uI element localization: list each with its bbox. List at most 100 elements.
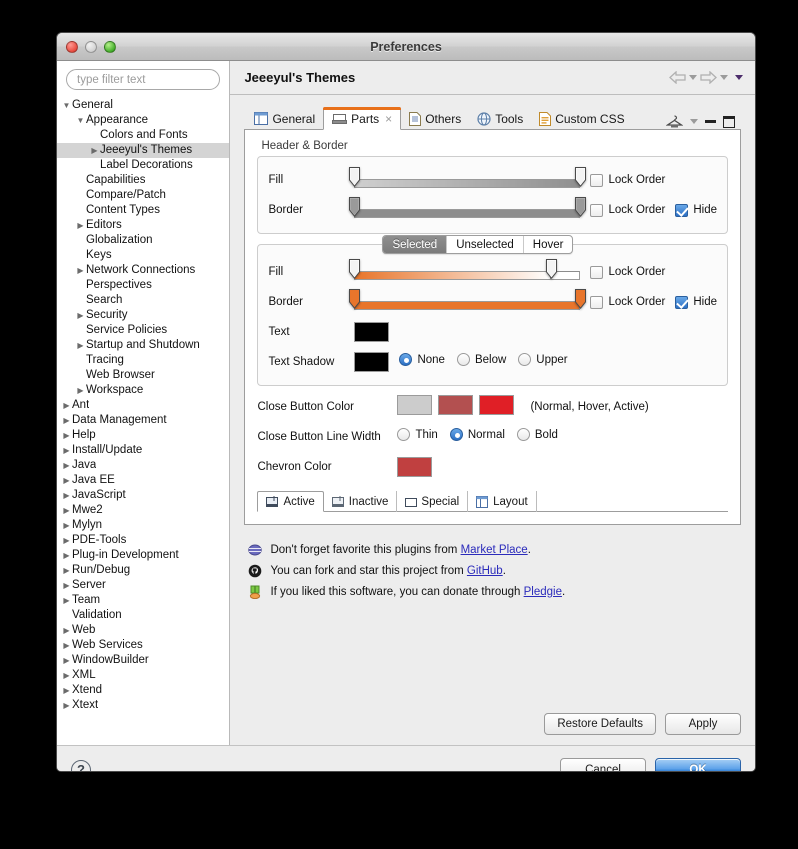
slider-handle-start[interactable] xyxy=(349,197,361,217)
info-link-anchor[interactable]: GitHub xyxy=(467,565,503,577)
state-segmented-control[interactable]: Selected Unselected Hover xyxy=(382,235,574,254)
chevron-right-icon[interactable]: ▶ xyxy=(61,563,72,578)
radio-dot[interactable] xyxy=(518,353,532,366)
cancel-button[interactable]: Cancel xyxy=(560,758,646,771)
tree-item-windowbuilder[interactable]: ▶ WindowBuilder xyxy=(57,653,229,668)
tree-item-web-services[interactable]: ▶ Web Services xyxy=(57,638,229,653)
slider-handle-end[interactable] xyxy=(575,289,587,309)
tree-item-help[interactable]: ▶ Help xyxy=(57,428,229,443)
tab-general[interactable]: General xyxy=(246,107,323,130)
minimize-icon[interactable] xyxy=(705,120,716,123)
text-shadow-radio-none[interactable]: None xyxy=(399,353,445,366)
slider-handle-end[interactable] xyxy=(575,197,587,217)
part-tab-active[interactable]: Active xyxy=(257,491,324,512)
minimize-window-button[interactable] xyxy=(85,40,97,53)
chevron-right-icon[interactable]: ▶ xyxy=(61,503,72,518)
chevron-right-icon[interactable]: ▶ xyxy=(61,443,72,458)
tab-tools[interactable]: Tools xyxy=(469,107,531,130)
gradient-slider[interactable] xyxy=(349,196,587,224)
lock-order-checkbox[interactable]: Lock Order xyxy=(590,203,665,217)
part-state-tabs[interactable]: Active Inactive Special Layout xyxy=(257,490,728,512)
tree-item-javascript[interactable]: ▶ JavaScript xyxy=(57,488,229,503)
view-menu-icon[interactable] xyxy=(735,75,743,80)
tree-item-search[interactable]: Search xyxy=(57,293,229,308)
back-dropdown-icon[interactable] xyxy=(689,75,697,80)
close-window-button[interactable] xyxy=(66,40,78,53)
gradient-slider[interactable] xyxy=(349,166,587,194)
tab-parts[interactable]: Parts × xyxy=(323,107,402,130)
chevron-right-icon[interactable]: ▶ xyxy=(75,308,86,323)
chevron-right-icon[interactable]: ▶ xyxy=(61,548,72,563)
checkbox-box[interactable] xyxy=(590,265,604,279)
help-icon[interactable]: ? xyxy=(71,759,91,771)
chevron-right-icon[interactable]: ▶ xyxy=(61,428,72,443)
tree-item-team[interactable]: ▶ Team xyxy=(57,593,229,608)
tree-item-general[interactable]: ▼ General xyxy=(57,98,229,113)
checkbox-box[interactable] xyxy=(590,203,604,217)
chevron-right-icon[interactable]: ▶ xyxy=(61,518,72,533)
state-tab-unselected[interactable]: Unselected xyxy=(447,236,524,253)
chevron-right-icon[interactable]: ▶ xyxy=(61,668,72,683)
tree-item-network-connections[interactable]: ▶ Network Connections xyxy=(57,263,229,278)
tab-custom-css[interactable]: Custom CSS xyxy=(531,107,632,130)
filter-input[interactable] xyxy=(66,69,221,90)
tree-item-startup-and-shutdown[interactable]: ▶ Startup and Shutdown xyxy=(57,338,229,353)
close-button-color-swatches[interactable] xyxy=(397,394,520,420)
chevron-right-icon[interactable]: ▶ xyxy=(61,638,72,653)
tree-item-xtext[interactable]: ▶ Xtext xyxy=(57,698,229,713)
chevron-right-icon[interactable]: ▶ xyxy=(75,263,86,278)
line-width-radio-normal[interactable]: Normal xyxy=(449,428,505,441)
ok-button[interactable]: OK xyxy=(655,758,741,771)
state-tab-selected[interactable]: Selected xyxy=(383,236,448,253)
chevron-down-icon[interactable]: ▼ xyxy=(75,113,86,128)
chevron-right-icon[interactable]: ▶ xyxy=(61,398,72,413)
tree-item-capabilities[interactable]: Capabilities xyxy=(57,173,229,188)
tree-item-data-management[interactable]: ▶ Data Management xyxy=(57,413,229,428)
chevron-right-icon[interactable]: ▶ xyxy=(61,593,72,608)
tree-item-install-update[interactable]: ▶ Install/Update xyxy=(57,443,229,458)
slider-handle-start[interactable] xyxy=(349,259,361,279)
tree-item-ant[interactable]: ▶ Ant xyxy=(57,398,229,413)
tab-others[interactable]: Others xyxy=(401,107,469,130)
tab-strip[interactable]: General Parts × Others Tools Custom CSS xyxy=(244,105,741,130)
checkbox-box[interactable] xyxy=(590,173,604,187)
radio-dot[interactable] xyxy=(516,428,530,441)
info-link-anchor[interactable]: Pledgie xyxy=(524,586,562,598)
chevron-right-icon[interactable]: ▶ xyxy=(75,218,86,233)
chevron-right-icon[interactable]: ▶ xyxy=(61,533,72,548)
tree-item-web-browser[interactable]: Web Browser xyxy=(57,368,229,383)
forward-dropdown-icon[interactable] xyxy=(720,75,728,80)
tree-item-java[interactable]: ▶ Java xyxy=(57,458,229,473)
window-titlebar[interactable]: Preferences xyxy=(57,33,755,61)
tree-item-compare-patch[interactable]: Compare/Patch xyxy=(57,188,229,203)
restore-defaults-button[interactable]: Restore Defaults xyxy=(544,713,656,735)
close-button-color-swatch-1[interactable] xyxy=(438,394,474,415)
close-button-line-width-options[interactable]: Thin Normal Bold xyxy=(397,428,569,446)
checkbox-box[interactable] xyxy=(675,295,689,309)
chevron-right-icon[interactable]: ▶ xyxy=(61,653,72,668)
tree-item-java-ee[interactable]: ▶ Java EE xyxy=(57,473,229,488)
radio-dot[interactable] xyxy=(397,428,411,441)
theme-dropdown-icon[interactable] xyxy=(690,119,698,124)
tree-item-keys[interactable]: Keys xyxy=(57,248,229,263)
tree-item-label-decorations[interactable]: Label Decorations xyxy=(57,158,229,173)
zoom-window-button[interactable] xyxy=(104,40,116,53)
radio-dot[interactable] xyxy=(456,353,470,366)
forward-arrow-icon[interactable] xyxy=(700,71,717,84)
chevron-right-icon[interactable]: ▶ xyxy=(89,143,100,158)
text-shadow-radio-upper[interactable]: Upper xyxy=(518,353,568,366)
part-tab-special[interactable]: Special xyxy=(397,491,469,512)
checkbox-box[interactable] xyxy=(590,295,604,309)
tree-item-server[interactable]: ▶ Server xyxy=(57,578,229,593)
slider-handle-end[interactable] xyxy=(546,259,558,279)
slider-handle-start[interactable] xyxy=(349,289,361,309)
text-shadow-color-swatch[interactable] xyxy=(354,352,390,372)
part-tab-inactive[interactable]: Inactive xyxy=(324,491,398,512)
hide-checkbox[interactable]: Hide xyxy=(675,295,717,309)
chevron-color-swatch[interactable] xyxy=(397,457,433,477)
preferences-tree[interactable]: ▼ General ▼ Appearance Colors and Fonts ▶ Jeee… xyxy=(57,96,230,745)
tree-item-mylyn[interactable]: ▶ Mylyn xyxy=(57,518,229,533)
tree-item-tracing[interactable]: Tracing xyxy=(57,353,229,368)
apply-button[interactable]: Apply xyxy=(665,713,741,735)
info-link-anchor[interactable]: Market Place xyxy=(461,544,528,556)
